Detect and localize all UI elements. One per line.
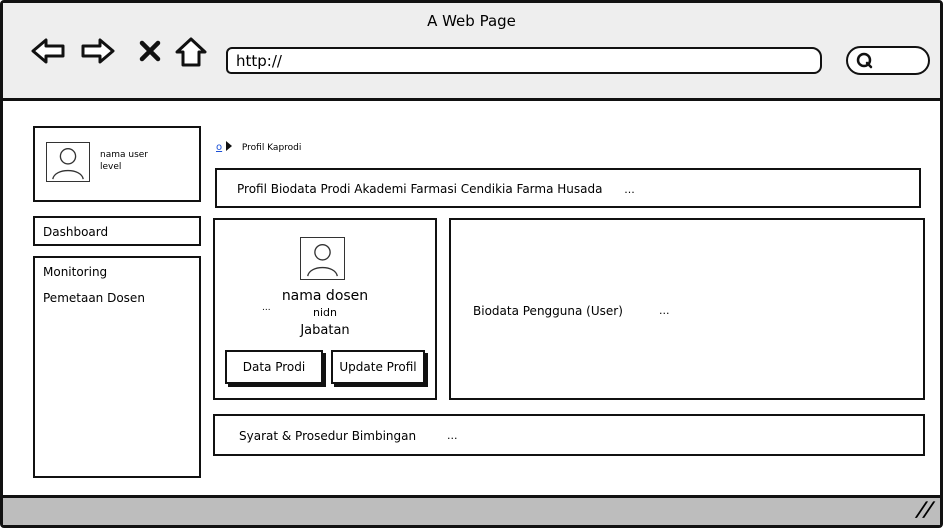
update-profil-button[interactable]: Update Profil [331, 350, 425, 384]
dosen-avatar-icon [300, 237, 345, 280]
profil-title: Profil Biodata Prodi Akademi Farmasi Cen… [237, 182, 603, 196]
url-input[interactable]: http:// [226, 47, 822, 74]
close-x-icon[interactable] [138, 40, 162, 62]
home-icon[interactable] [174, 36, 208, 68]
biodata-pengguna-panel[interactable]: Biodata Pengguna (User) ... [449, 218, 925, 400]
breadcrumb-home-link[interactable]: o [216, 142, 222, 153]
breadcrumb-current: Profil Kaprodi [241, 143, 302, 153]
user-name: nama user [100, 150, 148, 160]
profil-ellipsis: ... [624, 183, 635, 196]
dosen-nidn: nidn [313, 306, 337, 319]
data-prodi-button[interactable]: Data Prodi [225, 350, 323, 384]
syarat-title: Syarat & Prosedur Bimbingan [239, 429, 417, 443]
search-icon[interactable] [855, 51, 875, 71]
dosen-name: nama dosen [281, 288, 369, 304]
back-arrow-icon[interactable] [30, 36, 66, 66]
sidebar-item-monitoring[interactable]: Monitoring [43, 265, 107, 279]
user-level: level [100, 162, 122, 172]
forward-arrow-icon[interactable] [80, 36, 116, 66]
dosen-jabatan: Jabatan [300, 323, 350, 338]
breadcrumb: o Profil Kaprodi [216, 140, 301, 153]
sidebar-menu: Monitoring Pemetaan Dosen [33, 256, 201, 478]
status-bar [3, 495, 940, 525]
avatar-icon [46, 142, 90, 182]
window-title: A Web Page [427, 12, 516, 30]
profil-biodata-panel[interactable]: Profil Biodata Prodi Akademi Farmasi Cen… [215, 168, 921, 208]
sidebar-item-pemetaan-dosen[interactable]: Pemetaan Dosen [43, 291, 145, 305]
biodata-ellipsis: ... [659, 304, 670, 317]
syarat-prosedur-panel[interactable]: Syarat & Prosedur Bimbingan ... [213, 414, 925, 456]
biodata-title: Biodata Pengguna (User) [473, 304, 623, 318]
syarat-ellipsis: ... [447, 429, 458, 442]
sidebar-item-dashboard[interactable]: Dashboard [33, 216, 201, 246]
breadcrumb-separator-icon [225, 140, 239, 153]
